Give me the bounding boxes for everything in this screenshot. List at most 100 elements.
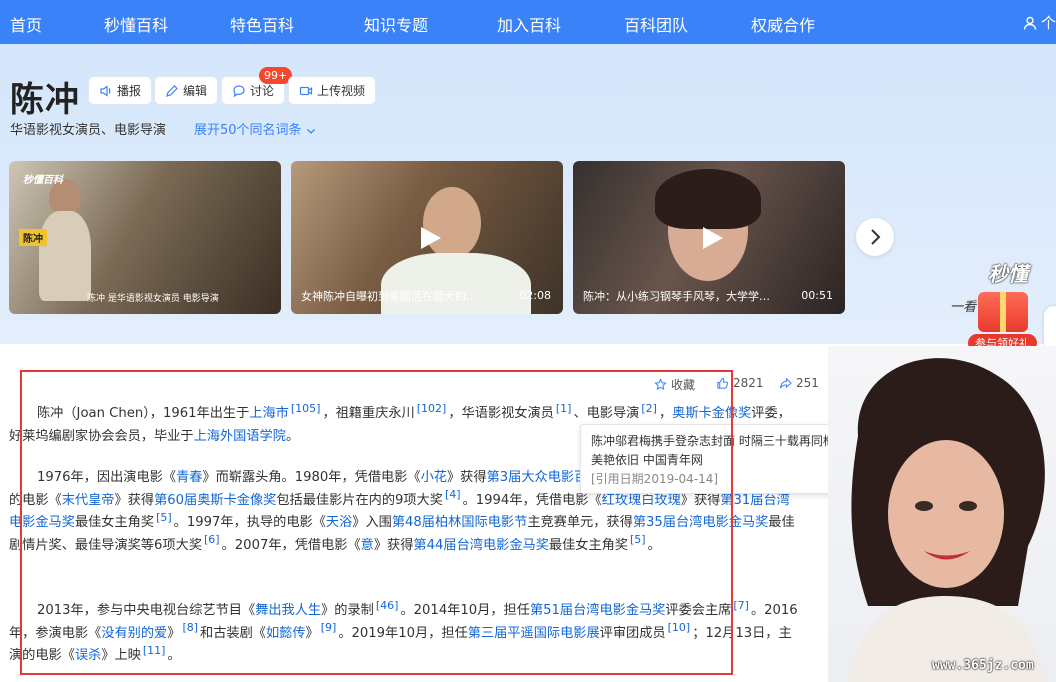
- video-caption: 陈冲 是华语影视女演员 电影导演: [87, 294, 219, 304]
- citation-ref[interactable]: [10]: [668, 621, 691, 634]
- article-link[interactable]: 第48届柏林国际电影节: [392, 515, 527, 530]
- article-text: 。1997年，执导的电影《: [173, 515, 326, 530]
- article-link[interactable]: 第51届台湾电影金马奖: [530, 603, 665, 618]
- user-icon: [1023, 16, 1037, 30]
- nav-item-join[interactable]: 加入百科: [497, 12, 561, 36]
- article-text: 》获得: [114, 492, 155, 508]
- pencil-icon: [166, 84, 178, 97]
- article-link[interactable]: 青春: [176, 470, 202, 485]
- video-camera-icon: [299, 86, 313, 95]
- video-thumbnail-figure-body: [39, 211, 91, 301]
- article-text: ，华语影视女演员: [448, 406, 554, 421]
- broadcast-button[interactable]: 播报: [88, 76, 153, 105]
- citation-ref[interactable]: [1]: [556, 402, 572, 415]
- upload-video-button[interactable]: 上传视频: [288, 76, 377, 105]
- article-text: 。2014年10月，担任: [400, 603, 530, 618]
- article-text: 包括最佳影片在内的9项大奖: [276, 492, 443, 508]
- miaodong-promo-logo: 秒懂: [988, 262, 1028, 286]
- article-link[interactable]: 第44届台湾电影金马奖: [413, 538, 548, 553]
- user-menu[interactable]: 个: [1023, 12, 1056, 33]
- share-button[interactable]: 251: [779, 376, 819, 390]
- article-link[interactable]: 舞出我人生: [255, 603, 321, 618]
- reference-tooltip-text: 陈冲邬君梅携手登杂志封面 时隔三十载再同框美艳依旧 中国青年网: [591, 434, 835, 467]
- citation-ref[interactable]: [8]: [182, 621, 198, 634]
- play-icon: [421, 226, 441, 249]
- citation-ref[interactable]: [5]: [630, 533, 646, 546]
- expand-homonyms-label: 展开50个同名词条: [194, 123, 302, 138]
- share-count: 251: [796, 376, 819, 390]
- top-nav: 首页 秒懂百科 特色百科 知识专题 加入百科 百科团队 权威合作 个: [0, 0, 1056, 44]
- citation-ref[interactable]: [7]: [733, 599, 749, 612]
- chevron-right-icon: [871, 229, 881, 245]
- article-link[interactable]: 奥斯卡金像奖: [672, 406, 751, 421]
- expand-homonyms-link[interactable]: 展开50个同名词条: [194, 119, 316, 138]
- favorite-button[interactable]: 收藏: [654, 376, 695, 393]
- edit-button[interactable]: 编辑: [154, 76, 219, 105]
- edit-label: 编辑: [183, 84, 208, 98]
- article-link[interactable]: 天浴: [326, 515, 352, 530]
- article-link[interactable]: 红玫瑰白玫瑰: [602, 493, 681, 508]
- miaodong-logo: 秒懂百科: [23, 175, 63, 186]
- nav-item-featured[interactable]: 特色百科: [230, 12, 294, 36]
- speaker-icon: [100, 84, 111, 97]
- video-card-3[interactable]: 陈冲：从小练习钢琴手风琴，大学学… 00:51: [573, 161, 845, 314]
- citation-ref[interactable]: [11]: [143, 644, 166, 657]
- nav-item-partners[interactable]: 权威合作: [751, 12, 815, 36]
- side-panel-handle[interactable]: [1044, 306, 1056, 350]
- upload-video-label: 上传视频: [317, 84, 366, 98]
- citation-ref[interactable]: [105]: [291, 402, 321, 415]
- nav-item-home[interactable]: 首页: [10, 12, 42, 36]
- star-icon: [654, 378, 667, 391]
- article-text: 。: [285, 428, 300, 444]
- summary-paragraph-3: 2013年，参与中央电视台综艺节目《舞出我人生》的录制 [46] 。2014年10月…: [9, 600, 799, 668]
- favorite-label: 收藏: [671, 378, 696, 392]
- page-title: 陈冲: [10, 80, 80, 120]
- nav-item-team[interactable]: 百科团队: [624, 12, 688, 36]
- discuss-label: 讨论: [250, 84, 275, 98]
- like-button[interactable]: 2821: [716, 376, 764, 390]
- share-arrow-icon: [779, 377, 792, 388]
- article-link[interactable]: 如懿传: [266, 626, 306, 641]
- article-link[interactable]: 末代皇帝: [62, 493, 115, 508]
- article-link[interactable]: 没有别的爱: [101, 626, 167, 641]
- article-link[interactable]: 上海外国语学院: [194, 429, 286, 444]
- chevron-down-icon: [306, 128, 315, 134]
- article-text: 评审团成员: [599, 625, 666, 641]
- article-text: ，: [658, 406, 673, 421]
- citation-ref[interactable]: [4]: [445, 488, 461, 501]
- article-link[interactable]: 意: [361, 538, 374, 553]
- article-text: 》的录制: [321, 603, 374, 618]
- nav-item-miaodong[interactable]: 秒懂百科: [104, 12, 168, 36]
- article-text: 。2019年10月，担任: [338, 625, 468, 641]
- article-text: 》上映: [101, 648, 141, 663]
- watermark: www.365jz.com: [932, 658, 1034, 673]
- lemma-portrait-image[interactable]: [828, 346, 1056, 682]
- lemma-subtitle: 华语影视女演员、电影导演: [10, 123, 167, 138]
- video-duration: 00:51: [801, 289, 833, 302]
- article-link[interactable]: 上海市: [249, 406, 289, 421]
- article-text: 》获得: [447, 470, 487, 485]
- nav-item-topics[interactable]: 知识专题: [364, 12, 428, 36]
- broadcast-label: 播报: [117, 84, 142, 98]
- article-text: 主竞赛单元，获得: [527, 515, 633, 530]
- citation-ref[interactable]: [6]: [204, 533, 220, 546]
- citation-ref[interactable]: [102]: [417, 402, 447, 415]
- video-card-2[interactable]: 女神陈冲自曝初到美国活在挺大的… 02:08: [291, 161, 563, 314]
- citation-ref[interactable]: [9]: [321, 621, 337, 634]
- gift-box-icon[interactable]: [978, 292, 1028, 332]
- article-link[interactable]: 第35届台湾电影金马奖: [633, 515, 768, 530]
- citation-ref[interactable]: [2]: [641, 402, 657, 415]
- video-card-1[interactable]: 秒懂百科 陈冲 陈冲 是华语影视女演员 电影导演: [9, 161, 281, 314]
- video-thumbnail-hair: [655, 169, 761, 229]
- citation-ref[interactable]: [5]: [156, 511, 172, 524]
- article-link[interactable]: 小花: [421, 470, 447, 485]
- article-text: ，祖籍重庆永川: [322, 406, 415, 421]
- video-carousel-next-button[interactable]: [856, 218, 894, 256]
- citation-ref[interactable]: [46]: [376, 599, 399, 612]
- article-link[interactable]: 第三届平遥国际电影展: [468, 626, 600, 641]
- article-link[interactable]: 误杀: [75, 648, 101, 663]
- user-label: 个: [1040, 14, 1056, 32]
- video-caption: 陈冲：从小练习钢琴手风琴，大学学…: [583, 290, 770, 303]
- portrait-illustration: [848, 358, 1046, 682]
- article-link[interactable]: 第60届奥斯卡金像奖: [154, 493, 276, 508]
